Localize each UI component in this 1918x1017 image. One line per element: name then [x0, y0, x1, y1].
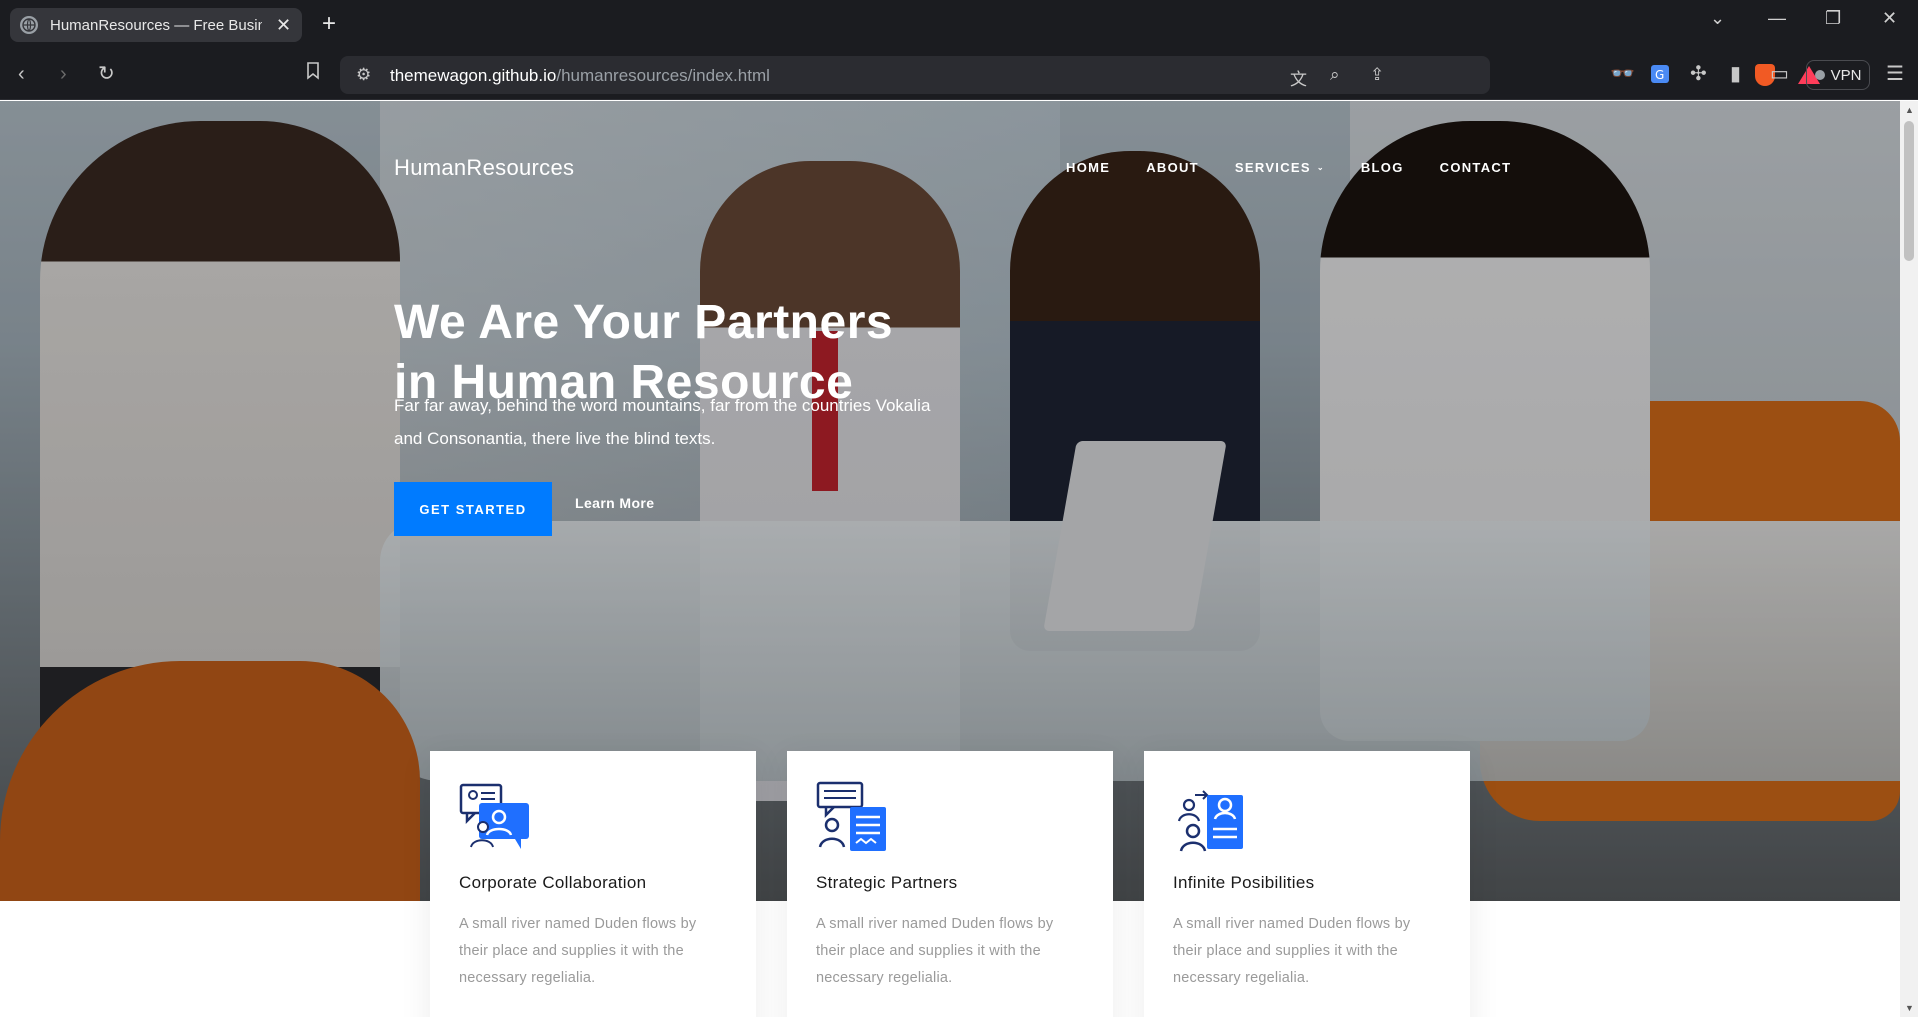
feature-card: Corporate Collaboration A small river na…	[430, 751, 756, 1017]
card-title: Strategic Partners	[816, 873, 958, 892]
close-window-icon[interactable]: ✕	[1882, 8, 1897, 29]
strategy-icon	[816, 781, 888, 853]
menu-icon[interactable]: ☰	[1886, 62, 1904, 86]
bookmark-icon[interactable]	[306, 62, 320, 86]
nav-contact[interactable]: CONTACT	[1440, 160, 1512, 175]
feature-card: Strategic Partners A small river named D…	[787, 751, 1113, 1017]
nav-services-label: SERVICES	[1234, 160, 1311, 175]
hero-subtitle: Far far away, behind the word mountains,…	[394, 396, 931, 448]
nav-services[interactable]: SERVICES ⌄	[1235, 160, 1325, 175]
scrollbar-thumb[interactable]	[1904, 121, 1914, 261]
minimize-icon[interactable]: —	[1768, 8, 1786, 29]
card-title: Infinite Posibilities	[1173, 873, 1315, 892]
page-viewport: HumanResources HOME ABOUT SERVICES ⌄ BLOG…	[0, 101, 1900, 1017]
reader-mode-icon[interactable]: 👓	[1610, 62, 1635, 86]
card-title: Corporate Collaboration	[459, 873, 647, 892]
get-started-button[interactable]: GET STARTED	[394, 482, 552, 536]
card-text: A small river named Duden flows by their…	[459, 916, 697, 986]
browser-toolbar: ‹ › ↻ ⚙ themewagon.github.io/humanresour…	[0, 50, 1918, 100]
feature-card: Infinite Posibilities A small river name…	[1144, 751, 1470, 1017]
reload-icon[interactable]: ↻	[98, 62, 115, 86]
svg-text:G: G	[1655, 68, 1664, 82]
page-scrollbar[interactable]: ▲ ▼	[1900, 101, 1918, 1017]
url-text: themewagon.github.io/humanresources/inde…	[390, 66, 770, 85]
vpn-button[interactable]: VPN	[1806, 60, 1870, 90]
restore-icon[interactable]: ❐	[1825, 8, 1841, 29]
hero-title-line1: We Are Your Partners	[394, 296, 894, 349]
vpn-label: VPN	[1830, 66, 1862, 84]
address-bar[interactable]: ⚙ themewagon.github.io/humanresources/in…	[340, 56, 1820, 94]
zoom-icon[interactable]: ⌕	[1330, 65, 1340, 85]
collaboration-icon	[459, 781, 531, 853]
scroll-up-icon[interactable]: ▲	[1905, 105, 1914, 115]
wallet-icon[interactable]: ▭	[1770, 62, 1789, 86]
share-icon[interactable]: ⇪	[1370, 65, 1384, 85]
feature-cards: Corporate Collaboration A small river na…	[430, 751, 1470, 1017]
nav-home[interactable]: HOME	[1066, 160, 1110, 175]
learn-more-link[interactable]: Learn More	[575, 495, 654, 511]
browser-tab-bar: HumanResources — Free Busine ✕ + ⌄ — ❐ ✕	[0, 0, 1918, 50]
extensions-icon[interactable]: ✣	[1690, 62, 1707, 86]
globe-icon	[20, 16, 38, 34]
site-settings-icon[interactable]: ⚙	[356, 65, 371, 85]
back-icon[interactable]: ‹	[18, 62, 25, 86]
card-text: A small river named Duden flows by their…	[816, 916, 1054, 986]
nav-blog[interactable]: BLOG	[1361, 160, 1404, 175]
main-nav: HOME ABOUT SERVICES ⌄ BLOG CONTACT	[1066, 160, 1547, 175]
tab-search-chevron-icon[interactable]: ⌄	[1710, 8, 1725, 29]
forward-icon[interactable]: ›	[60, 62, 67, 86]
site-logo[interactable]: HumanResources	[394, 155, 574, 181]
translate-icon[interactable]: 文	[1290, 65, 1307, 90]
vpn-status-icon	[1814, 70, 1825, 80]
new-tab-icon[interactable]: +	[322, 11, 336, 37]
possibilities-icon	[1173, 781, 1245, 853]
chevron-down-icon: ⌄	[1316, 163, 1325, 172]
browser-tab[interactable]: HumanResources — Free Busine ✕	[10, 8, 302, 42]
close-tab-icon[interactable]: ✕	[276, 15, 291, 36]
sidebar-icon[interactable]: ▮	[1730, 62, 1741, 86]
card-text: A small river named Duden flows by their…	[1173, 916, 1411, 986]
nav-about[interactable]: ABOUT	[1146, 160, 1199, 175]
tab-title: HumanResources — Free Busine	[50, 16, 262, 34]
google-translate-extension-icon[interactable]: G	[1650, 64, 1670, 90]
scroll-down-icon[interactable]: ▼	[1905, 1003, 1914, 1013]
